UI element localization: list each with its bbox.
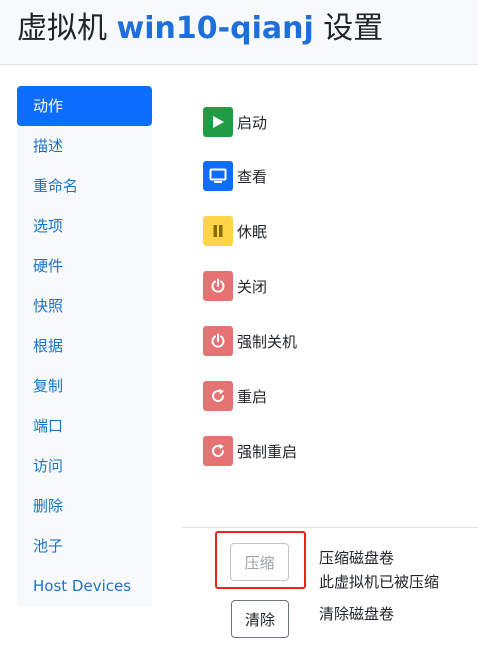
- action-start[interactable]: 启动: [203, 107, 267, 137]
- page-header: 虚拟机 win10-qianj 设置: [0, 0, 478, 65]
- action-shutdown[interactable]: 关闭: [203, 271, 267, 301]
- power-icon[interactable]: [203, 326, 233, 356]
- compress-button[interactable]: 压缩: [230, 543, 289, 581]
- action-suspend-label: 休眠: [237, 222, 268, 241]
- action-shutdown-label: 关闭: [237, 277, 268, 296]
- action-force-restart-label: 强制重启: [237, 442, 298, 461]
- sidebar-item-rename[interactable]: 重命名: [17, 166, 152, 206]
- section-divider: [182, 527, 478, 528]
- restart-icon[interactable]: [203, 436, 233, 466]
- sidebar-item-delete[interactable]: 删除: [17, 486, 152, 526]
- clear-button[interactable]: 清除: [231, 600, 289, 638]
- clear-title: 清除磁盘卷: [319, 605, 395, 623]
- page-title: 虚拟机 win10-qianj 设置: [17, 10, 383, 48]
- sidebar-item-description[interactable]: 描述: [17, 126, 152, 166]
- sidebar-item-based-on[interactable]: 根据: [17, 326, 152, 366]
- action-restart-label: 重启: [237, 387, 268, 406]
- monitor-icon[interactable]: [203, 161, 233, 191]
- sidebar-item-options[interactable]: 选项: [17, 206, 152, 246]
- action-force-restart[interactable]: 强制重启: [203, 436, 297, 466]
- title-suffix: 设置: [323, 11, 384, 46]
- action-view[interactable]: 查看: [203, 161, 267, 191]
- compress-note: 此虚拟机已被压缩: [319, 573, 440, 591]
- sidebar-item-pool[interactable]: 池子: [17, 526, 152, 566]
- compress-title: 压缩磁盘卷: [319, 549, 395, 567]
- sidebar-item-host-devices[interactable]: Host Devices: [17, 566, 152, 606]
- settings-sidebar: 动作 描述 重命名 选项 硬件 快照 根据 复制 端口 访问 删除 池子 Hos…: [17, 86, 152, 606]
- sidebar-item-hardware[interactable]: 硬件: [17, 246, 152, 286]
- action-restart[interactable]: 重启: [203, 381, 267, 411]
- power-icon[interactable]: [203, 271, 233, 301]
- action-force-shutdown-label: 强制关机: [237, 332, 298, 351]
- sidebar-item-ports[interactable]: 端口: [17, 406, 152, 446]
- vm-name: win10-qianj: [116, 11, 314, 46]
- sidebar-item-clone[interactable]: 复制: [17, 366, 152, 406]
- play-icon[interactable]: [203, 107, 233, 137]
- title-prefix: 虚拟机: [17, 11, 107, 46]
- sidebar-item-access[interactable]: 访问: [17, 446, 152, 486]
- action-start-label: 启动: [237, 113, 268, 132]
- restart-icon[interactable]: [203, 381, 233, 411]
- action-force-shutdown[interactable]: 强制关机: [203, 326, 297, 356]
- sidebar-item-actions[interactable]: 动作: [17, 86, 152, 126]
- sidebar-item-snapshots[interactable]: 快照: [17, 286, 152, 326]
- action-suspend[interactable]: 休眠: [203, 216, 267, 246]
- pause-icon[interactable]: [203, 216, 233, 246]
- action-view-label: 查看: [237, 167, 268, 186]
